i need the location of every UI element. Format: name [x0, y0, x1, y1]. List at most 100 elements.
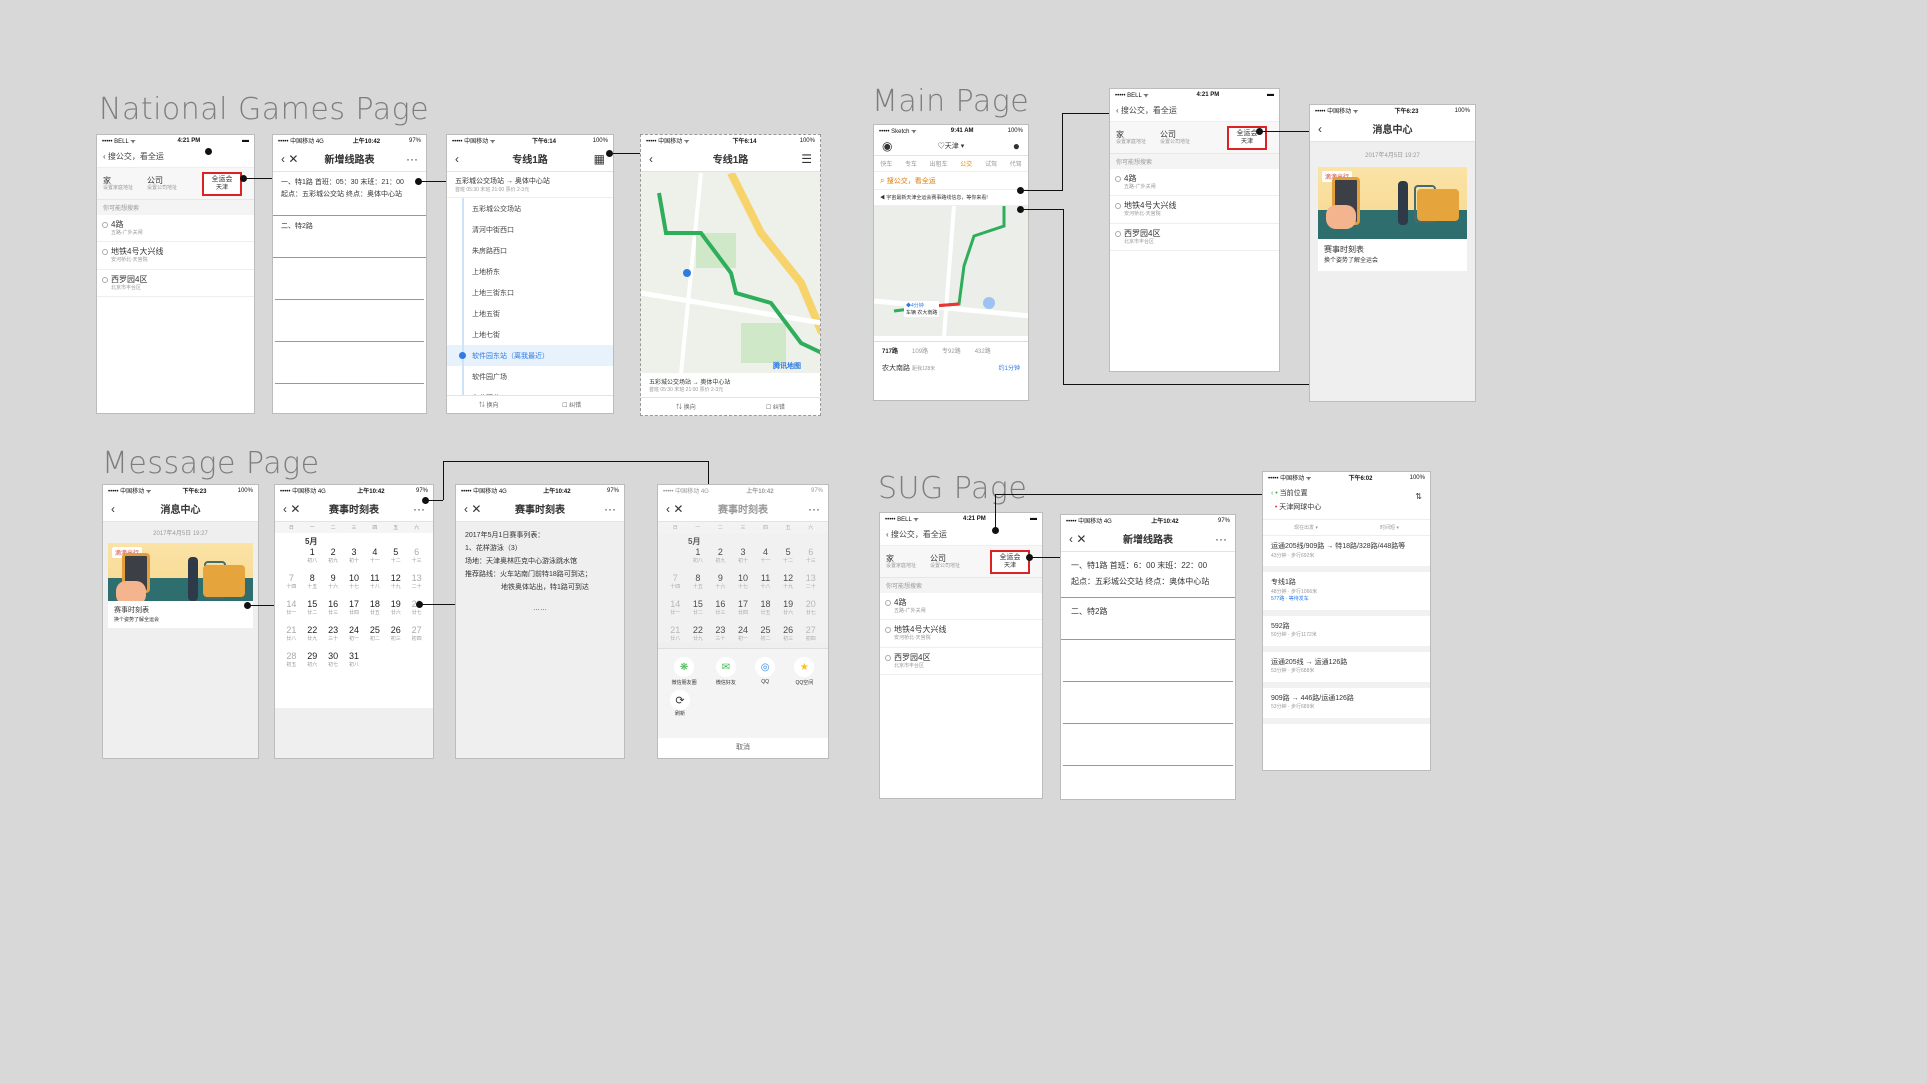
back-icon[interactable]: ‹ — [1069, 532, 1076, 546]
day-cell[interactable]: 14 廿一 — [664, 600, 687, 616]
sort-filter[interactable]: 时间短 ▾ — [1380, 524, 1399, 531]
map-toggle-icon[interactable]: ▦ — [594, 152, 605, 166]
stop-item[interactable]: 上地桥东 — [447, 261, 613, 282]
day-cell[interactable]: 12 十九 — [777, 574, 800, 590]
day-cell[interactable]: 8 十五 — [302, 574, 323, 590]
day-cell[interactable]: 25 初二 — [754, 626, 777, 642]
result-item[interactable]: 运通205线/909路 → 特18路/328路/448路等 43分钟 · 步行69… — [1263, 536, 1430, 572]
list-item[interactable]: 西罗园4区 北京市丰台区 — [880, 648, 1042, 675]
result-item[interactable]: 909路 → 446路/运通126路 53分钟 · 步行689米 — [1263, 688, 1430, 724]
day-cell[interactable]: 2 初九 — [709, 548, 732, 564]
route-tab[interactable]: 109路 — [912, 346, 928, 355]
day-cell[interactable]: 11 十八 — [754, 574, 777, 590]
day-cell[interactable]: 16 廿三 — [323, 600, 344, 616]
list-item[interactable]: 地铁4号大兴线 安河桥北-天宫院 — [1110, 196, 1279, 224]
stop-item[interactable]: 上地三街东口 — [447, 282, 613, 303]
day-cell[interactable]: 21 廿八 — [281, 626, 302, 642]
tab-2[interactable]: 出租车 — [930, 159, 948, 168]
back-icon[interactable]: ‹ — [111, 502, 115, 516]
stop-item[interactable]: 朱房路西口 — [447, 240, 613, 261]
origin-field[interactable]: ‹ • 当前位置 — [1271, 487, 1422, 501]
back-icon[interactable]: ‹ — [283, 502, 290, 516]
day-cell[interactable]: 3 初十 — [732, 548, 755, 564]
day-cell[interactable]: 13 二十 — [799, 574, 822, 590]
day-cell[interactable]: 7 十四 — [664, 574, 687, 590]
day-cell[interactable]: 24 初一 — [344, 626, 365, 642]
list-item[interactable]: 地铁4号大兴线 安河桥北-天宫院 — [97, 242, 254, 270]
day-cell[interactable]: 14 廿一 — [281, 600, 302, 616]
day-cell[interactable]: 9 十六 — [709, 574, 732, 590]
result-item[interactable]: 运通205线 → 运通126路 53分钟 · 步行688米 — [1263, 652, 1430, 688]
back-icon[interactable]: ‹ — [666, 502, 673, 516]
day-cell[interactable]: 4 十一 — [754, 548, 777, 564]
day-cell[interactable]: 30 初七 — [323, 652, 344, 668]
day-cell[interactable]: 27 初四 — [799, 626, 822, 642]
day-cell[interactable]: 15 廿二 — [687, 600, 710, 616]
list-item[interactable]: 西罗园4区 北京市丰台区 — [97, 270, 254, 297]
day-cell[interactable]: 23 三十 — [709, 626, 732, 642]
day-cell[interactable]: 7 十四 — [281, 574, 302, 590]
day-cell[interactable]: 21 廿八 — [664, 626, 687, 642]
more-icon[interactable]: ··· — [1215, 532, 1227, 546]
cancel-button[interactable]: 取消 — [658, 738, 828, 758]
stop-item[interactable]: 软件园东站（离我最近） — [447, 345, 613, 366]
more-icon[interactable]: ··· — [406, 152, 418, 166]
back-icon[interactable]: ‹ — [281, 152, 288, 166]
search-bar[interactable]: ‹ 搜公交，看全运 — [880, 524, 1042, 546]
swap-button[interactable]: ⇅ 换向 — [479, 400, 499, 409]
day-cell[interactable]: 16 廿三 — [709, 600, 732, 616]
day-cell[interactable]: 9 十六 — [323, 574, 344, 590]
share-target[interactable]: ★ QQ空间 — [794, 657, 815, 686]
day-cell[interactable]: 13 二十 — [406, 574, 427, 590]
day-cell[interactable]: 28 初五 — [281, 652, 302, 668]
day-cell[interactable]: 18 廿五 — [364, 600, 385, 616]
route-tab[interactable]: 717路 — [882, 346, 898, 355]
result-item[interactable]: 专线1路 48分钟 · 步行1066米 577路 · 等待发车 — [1263, 572, 1430, 616]
day-cell[interactable]: 26 初三 — [777, 626, 800, 642]
day-cell[interactable]: 11 十八 — [364, 574, 385, 590]
route-map-canvas[interactable] — [641, 173, 821, 373]
company-shortcut[interactable]: 公司 设置公司地址 — [147, 176, 177, 192]
day-cell[interactable]: 5 十二 — [777, 548, 800, 564]
company-shortcut[interactable]: 公司 设置公司地址 — [930, 554, 960, 570]
day-cell[interactable]: 15 廿二 — [302, 600, 323, 616]
day-cell[interactable]: 5 十二 — [385, 548, 406, 564]
share-target[interactable]: ◎ QQ — [755, 657, 776, 686]
day-cell[interactable]: 4 十一 — [364, 548, 385, 564]
notice-bar[interactable]: ◀ 宇宙最新天津全运会赛事路线信息，等你来看! — [874, 190, 1028, 206]
station-row[interactable]: 农大南路 距我128米 约1分钟 — [874, 359, 1028, 377]
day-cell[interactable]: 27 初四 — [406, 626, 427, 642]
stop-item[interactable]: 上地五街 — [447, 303, 613, 324]
back-icon[interactable]: ‹ — [464, 502, 471, 516]
list-icon[interactable]: ☰ — [801, 152, 812, 166]
more-icon[interactable]: ··· — [808, 502, 820, 516]
message-card[interactable]: 滴滴出行 赛事时刻表换个姿势了解全运会 — [1318, 167, 1467, 272]
destination-field[interactable]: • 天津网球中心 — [1271, 501, 1422, 515]
close-icon[interactable]: ✕ — [673, 502, 683, 516]
home-shortcut[interactable]: 家设置家庭地址 — [103, 176, 133, 192]
day-cell[interactable]: 29 初六 — [302, 652, 323, 668]
day-cell[interactable]: 25 初二 — [364, 626, 385, 642]
back-icon[interactable]: ‹ — [1318, 122, 1322, 136]
list-item[interactable]: 4路 五路-广外关闸 — [97, 215, 254, 243]
tab-4[interactable]: 试驾 — [985, 159, 997, 168]
day-cell[interactable]: 22 廿九 — [687, 626, 710, 642]
list-item[interactable]: 4路 五路-广外关闸 — [1110, 169, 1279, 197]
day-cell[interactable]: 23 三十 — [323, 626, 344, 642]
day-cell[interactable]: 20廿七 — [799, 600, 822, 616]
day-cell[interactable]: 2 初九 — [323, 548, 344, 564]
message-icon[interactable]: ● — [1013, 139, 1020, 153]
day-cell[interactable]: 31 初八 — [344, 652, 365, 668]
home-shortcut[interactable]: 家设置家庭地址 — [1116, 130, 1146, 146]
close-icon[interactable]: ✕ — [471, 502, 481, 516]
day-cell[interactable]: 19 廿六 — [777, 600, 800, 616]
day-cell[interactable]: 3 初十 — [344, 548, 365, 564]
list-item[interactable]: 地铁4号大兴线 安河桥北-天宫院 — [880, 620, 1042, 648]
day-cell[interactable]: 17 廿四 — [732, 600, 755, 616]
share-target[interactable]: ✉ 微信好友 — [715, 657, 736, 686]
day-cell[interactable]: 6 十三 — [799, 548, 822, 564]
swap-button[interactable]: ⇅ 换向 — [676, 402, 696, 411]
route-tab[interactable]: 专92路 — [942, 346, 961, 355]
message-card[interactable]: 滴滴出行 赛事时刻表换个姿势了解全运会 — [108, 543, 253, 629]
close-icon[interactable]: ✕ — [1076, 532, 1086, 546]
